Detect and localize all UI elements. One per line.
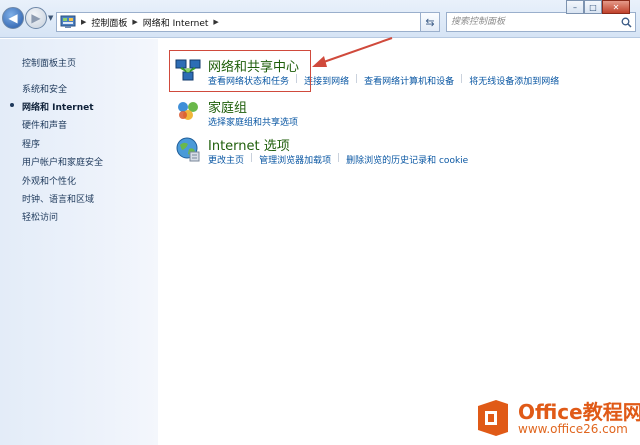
close-button[interactable]: ✕ [602,0,630,14]
main-content: 网络和共享中心 查看网络状态和任务 | 连接到网络 | 查看网络计算机和设备 |… [158,39,640,445]
breadcrumb-control-panel[interactable]: 控制面板 [91,16,127,29]
sidebar-item-system-security[interactable]: 系统和安全 [22,82,67,95]
breadcrumb-chevron-icon[interactable]: ▶ [81,18,86,26]
link-divider: | [337,153,341,163]
close-icon: ✕ [612,2,620,12]
homegroup-links: 选择家庭组和共享选项 [208,115,298,128]
sidebar-item-ease-of-access[interactable]: 轻松访问 [22,210,58,223]
sidebar-item-appearance[interactable]: 外观和个性化 [22,174,76,187]
sidebar-item-user-accounts[interactable]: 用户帐户和家庭安全 [22,155,103,168]
sidebar-item-clock-language[interactable]: 时钟、语言和区域 [22,192,94,205]
add-wireless-device-link[interactable]: 将无线设备添加到网络 [469,74,559,87]
homegroup-sharing-options-link[interactable]: 选择家庭组和共享选项 [208,115,298,128]
minimize-button[interactable]: – [566,0,584,14]
back-button[interactable]: ◀ [2,7,24,29]
left-navigation-pane: 控制面板主页 系统和安全 网络和 Internet 硬件和声音 程序 用户帐户和… [0,39,158,445]
minimize-icon: – [573,2,577,12]
sidebar-item-network-internet[interactable]: 网络和 Internet [22,100,94,113]
current-category-bullet-icon [10,103,14,107]
search-icon[interactable] [617,17,635,28]
office-logo-icon [478,400,508,436]
homegroup-icon [178,102,198,120]
refresh-icon: ⇆ [425,15,435,29]
watermark-brand: Office教程网 [518,400,640,424]
watermark: Office教程网 www.office26.com [470,396,640,442]
sidebar-item-programs[interactable]: 程序 [22,137,40,150]
change-homepage-link[interactable]: 更改主页 [208,153,244,166]
sidebar-item-hardware-sound[interactable]: 硬件和声音 [22,118,67,131]
address-bar[interactable]: ▶ 控制面板 ▶ 网络和 Internet ▶ ▼ [56,12,440,32]
link-divider: | [460,74,464,84]
watermark-url: www.office26.com [518,422,628,436]
window-controls: – □ ✕ [566,0,630,16]
control-panel-icon [60,15,76,28]
forward-arrow-icon: ▶ [31,11,41,25]
red-arrow-icon [312,37,393,67]
internet-options-links: 更改主页 | 管理浏览器加载项 | 删除浏览的历史记录和 cookie [208,153,468,166]
maximize-button[interactable]: □ [584,0,602,14]
breadcrumb-network-internet[interactable]: 网络和 Internet [143,16,209,29]
breadcrumb-chevron-icon[interactable]: ▶ [132,18,137,26]
refresh-button[interactable]: ⇆ [420,12,440,32]
sidebar-item-control-panel-home[interactable]: 控制面板主页 [22,56,76,69]
forward-button[interactable]: ▶ [25,7,47,29]
manage-addons-link[interactable]: 管理浏览器加载项 [259,153,331,166]
maximize-icon: □ [589,2,597,12]
internet-options-icon [176,137,200,162]
homegroup-title[interactable]: 家庭组 [208,97,247,116]
highlight-box [169,50,311,92]
breadcrumb-chevron-icon[interactable]: ▶ [213,18,218,26]
delete-history-link[interactable]: 删除浏览的历史记录和 cookie [346,153,468,166]
link-divider: | [250,153,254,163]
back-arrow-icon: ◀ [8,11,18,25]
internet-options-title[interactable]: Internet 选项 [208,135,290,154]
recent-pages-dropdown-icon[interactable]: ▼ [48,14,53,22]
navigation-bar: ◀ ▶ ▼ ▶ 控制面板 ▶ 网络和 Internet ▶ ▼ ⇆ – [0,0,640,38]
